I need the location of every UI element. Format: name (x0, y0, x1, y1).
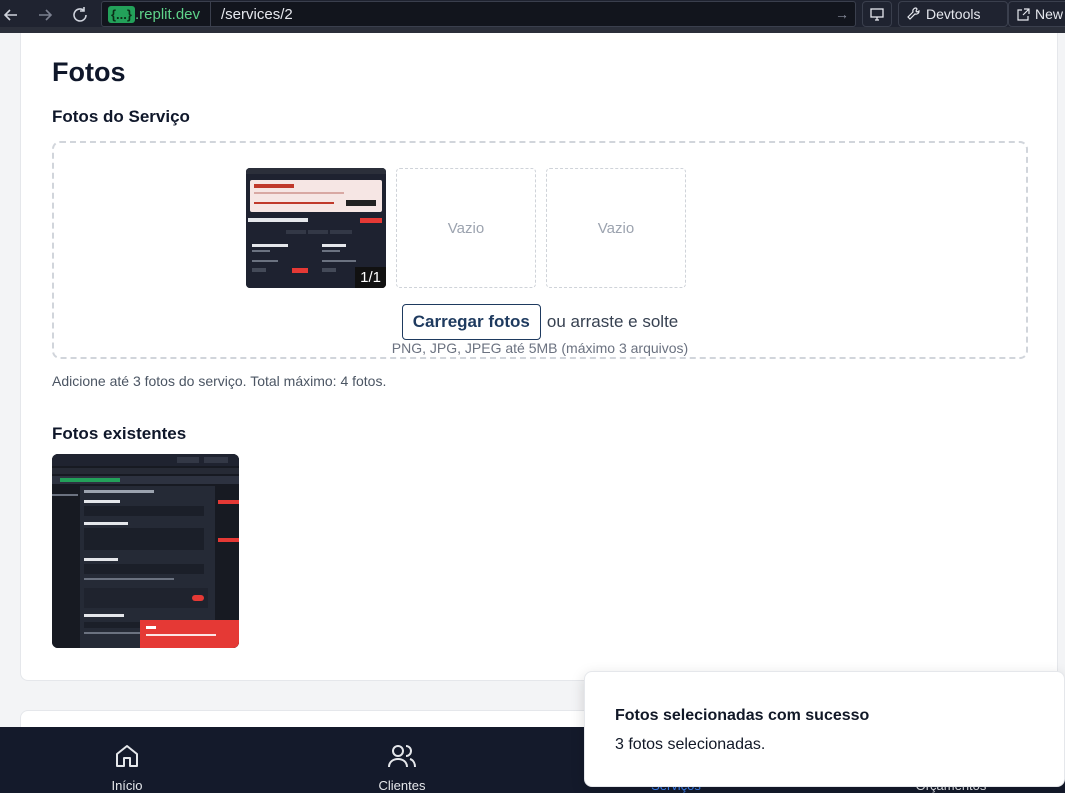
wrench-icon (907, 7, 920, 20)
photos-card: Fotos Fotos do Serviço 1/1 Vazio Vazio C… (20, 33, 1058, 681)
devtools-button[interactable]: Devtools (898, 1, 1008, 27)
photo-counter: 1/1 (355, 267, 386, 288)
url-domain: .replit.dev (135, 2, 212, 26)
photo-slot-1[interactable]: 1/1 (246, 168, 386, 288)
photo-slot-3[interactable]: Vazio (546, 168, 686, 288)
nav-item-inicio[interactable]: Início (57, 727, 197, 793)
empty-slot-label: Vazio (447, 219, 485, 237)
existing-photo[interactable] (52, 454, 239, 648)
existing-photos-heading: Fotos existentes (52, 424, 187, 443)
address-bar[interactable]: {...} .replit.dev /services/2 → (101, 1, 856, 27)
device-preview-button[interactable] (862, 1, 892, 27)
new-tab-label: New (1035, 6, 1064, 22)
reload-icon[interactable] (65, 0, 95, 30)
photo-dropzone[interactable]: 1/1 Vazio Vazio Carregar fotos ou arrast… (52, 141, 1028, 359)
nav-label-clientes: Clientes (378, 778, 426, 793)
existing-photo-image (52, 454, 239, 648)
back-icon[interactable] (0, 0, 26, 30)
service-photos-heading: Fotos do Serviço (52, 107, 190, 126)
photo-limit-hint: Adicione até 3 fotos do serviço. Total m… (52, 373, 387, 389)
open-new-tab-button[interactable]: New (1008, 1, 1065, 27)
users-icon (388, 745, 416, 768)
drag-drop-text: ou arraste e solte (546, 312, 679, 331)
url-badge: {...} (108, 5, 135, 23)
success-toast[interactable]: Fotos selecionadas com sucesso 3 fotos s… (584, 671, 1065, 787)
toast-message: 3 fotos selecionadas. (615, 736, 766, 753)
accepted-formats-text: PNG, JPG, JPEG até 5MB (máximo 3 arquivo… (391, 340, 689, 356)
home-icon (116, 745, 138, 767)
go-arrow-icon[interactable]: → (835, 6, 849, 22)
nav-label-inicio: Início (111, 778, 143, 793)
monitor-icon (870, 8, 884, 21)
upload-row: Carregar fotos ou arraste e solte (54, 304, 1026, 340)
nav-item-clientes[interactable]: Clientes (332, 727, 472, 793)
devtools-label: Devtools (926, 6, 981, 22)
browser-toolbar: {...} .replit.dev /services/2 → Devtools… (0, 0, 1065, 33)
external-link-icon (1017, 7, 1030, 21)
photo-slot-2[interactable]: Vazio (396, 168, 536, 288)
page-title: Fotos (52, 57, 126, 87)
url-path: /services/2 (221, 5, 293, 23)
empty-slot-label: Vazio (597, 219, 635, 237)
toast-title: Fotos selecionadas com sucesso (615, 707, 870, 724)
forward-icon[interactable] (30, 0, 60, 30)
upload-photos-button[interactable]: Carregar fotos (401, 304, 541, 340)
